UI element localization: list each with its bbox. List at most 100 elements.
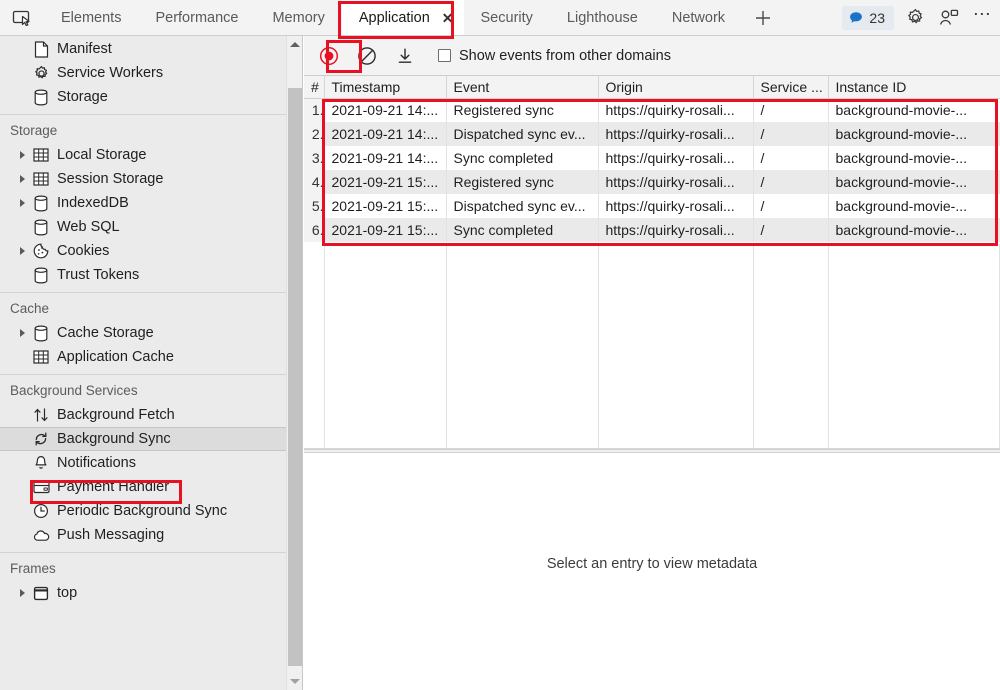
cell-event: Dispatched sync ev...	[446, 122, 598, 146]
cell-index: 1.	[304, 98, 324, 122]
frame-window-icon	[30, 584, 52, 602]
sidebar-scrollbar[interactable]	[286, 36, 302, 690]
save-events-button[interactable]	[390, 41, 420, 71]
record-button[interactable]	[314, 41, 344, 71]
more-options-label: ⋯	[973, 10, 993, 25]
cell-index: 6.	[304, 218, 324, 242]
manifest-document-icon	[30, 40, 52, 58]
inspect-element-icon[interactable]	[0, 0, 44, 35]
sidebar-item-notifications[interactable]: Notifications	[0, 451, 302, 475]
cell-instance-id: background-movie-...	[828, 122, 1000, 146]
table-row[interactable]: 1. 2021-09-21 14:... Registered sync htt…	[304, 98, 1000, 122]
database-icon	[30, 88, 52, 106]
tab-label: Performance	[155, 10, 238, 26]
sidebar-item-label: IndexedDB	[57, 195, 129, 211]
table-row[interactable]: 5. 2021-09-21 15:... Dispatched sync ev.…	[304, 194, 1000, 218]
sidebar-item-background-sync[interactable]: Background Sync	[0, 427, 302, 451]
sidebar-item-payment-handler[interactable]: Payment Handler	[0, 475, 302, 499]
tab-memory[interactable]: Memory	[255, 0, 341, 35]
sidebar-item-indexeddb[interactable]: IndexedDB	[0, 191, 302, 215]
scroll-down-arrow-icon[interactable]	[287, 673, 303, 690]
sidebar-item-periodic-background-sync[interactable]: Periodic Background Sync	[0, 499, 302, 523]
chevron-right-icon[interactable]	[14, 585, 30, 601]
chevron-right-icon[interactable]	[14, 171, 30, 187]
sidebar-top-group: Manifest Service Workers Storage	[0, 36, 302, 109]
table-row[interactable]: 2. 2021-09-21 14:... Dispatched sync ev.…	[304, 122, 1000, 146]
tab-lighthouse[interactable]: Lighthouse	[550, 0, 655, 35]
table-row[interactable]: 3. 2021-09-21 14:... Sync completed http…	[304, 146, 1000, 170]
background-sync-panel: Show events from other domains # Timesta…	[304, 36, 1000, 690]
events-table-container: # Timestamp Event Origin Service ... Ins…	[304, 76, 1000, 449]
show-other-domains-checkbox[interactable]	[438, 49, 451, 62]
close-icon[interactable]: ✕	[442, 11, 454, 25]
sidebar-item-background-fetch[interactable]: Background Fetch	[0, 403, 302, 427]
column-header-instance-id[interactable]: Instance ID	[828, 76, 1000, 98]
tab-performance[interactable]: Performance	[138, 0, 255, 35]
sidebar-item-top-frame[interactable]: top	[0, 581, 302, 605]
cloud-icon	[30, 526, 52, 544]
table-row[interactable]: 6. 2021-09-21 15:... Sync completed http…	[304, 218, 1000, 242]
sidebar-item-session-storage[interactable]: Session Storage	[0, 167, 302, 191]
sidebar-item-cache-storage[interactable]: Cache Storage	[0, 321, 302, 345]
devtools-tab-bar: Elements Performance Memory Application …	[0, 0, 1000, 36]
devtools-dock-icon[interactable]	[932, 0, 966, 35]
add-tab-button[interactable]	[742, 0, 784, 35]
tab-label: Elements	[61, 10, 121, 26]
cell-timestamp: 2021-09-21 14:...	[324, 146, 446, 170]
cell-timestamp: 2021-09-21 15:...	[324, 218, 446, 242]
tab-application[interactable]: Application ✕	[342, 0, 464, 35]
sidebar-item-label: Payment Handler	[57, 479, 169, 495]
sidebar-item-label: Storage	[57, 89, 108, 105]
table-row[interactable]: 4. 2021-09-21 15:... Registered sync htt…	[304, 170, 1000, 194]
sidebar-item-local-storage[interactable]: Local Storage	[0, 143, 302, 167]
sidebar-section-title-background-services: Background Services	[0, 375, 302, 403]
cell-timestamp: 2021-09-21 14:...	[324, 122, 446, 146]
tab-security[interactable]: Security	[464, 0, 550, 35]
chevron-right-icon[interactable]	[14, 147, 30, 163]
column-header-event[interactable]: Event	[446, 76, 598, 98]
sidebar-item-trust-tokens[interactable]: Trust Tokens	[0, 263, 302, 287]
cell-instance-id: background-movie-...	[828, 98, 1000, 122]
background-sync-toolbar: Show events from other domains	[304, 36, 1000, 76]
message-count-badge[interactable]: 23	[842, 6, 894, 30]
cell-origin: https://quirky-rosali...	[598, 146, 753, 170]
tab-elements[interactable]: Elements	[44, 0, 138, 35]
sidebar-item-service-workers[interactable]: Service Workers	[0, 61, 302, 85]
cell-timestamp: 2021-09-21 14:...	[324, 98, 446, 122]
column-header-index[interactable]: #	[304, 76, 324, 98]
credit-card-icon	[30, 478, 52, 496]
column-header-origin[interactable]: Origin	[598, 76, 753, 98]
cell-timestamp: 2021-09-21 15:...	[324, 170, 446, 194]
chevron-right-icon[interactable]	[14, 195, 30, 211]
sidebar-item-manifest[interactable]: Manifest	[0, 37, 302, 61]
chevron-right-icon[interactable]	[14, 325, 30, 341]
clear-button[interactable]	[352, 41, 382, 71]
gear-icon[interactable]	[898, 0, 932, 35]
database-icon	[30, 194, 52, 212]
tab-label: Memory	[272, 10, 324, 26]
table-grid-icon	[30, 348, 52, 366]
cell-service: /	[753, 98, 828, 122]
sidebar-item-label: Manifest	[57, 41, 112, 57]
scrollbar-thumb[interactable]	[288, 88, 302, 666]
scroll-up-arrow-icon[interactable]	[287, 36, 303, 53]
sidebar-item-web-sql[interactable]: Web SQL	[0, 215, 302, 239]
chevron-right-icon[interactable]	[14, 243, 30, 259]
sidebar-item-label: Cookies	[57, 243, 109, 259]
more-options-icon[interactable]: ⋯	[966, 0, 1000, 35]
empty-table-area	[304, 244, 1000, 449]
sidebar-item-label: Local Storage	[57, 147, 146, 163]
show-other-domains-checkbox-row[interactable]: Show events from other domains	[438, 48, 671, 64]
sidebar-item-application-cache[interactable]: Application Cache	[0, 345, 302, 369]
sidebar-item-cookies[interactable]: Cookies	[0, 239, 302, 263]
tab-network[interactable]: Network	[655, 0, 742, 35]
sidebar-item-label: Application Cache	[57, 349, 174, 365]
tabbar-spacer	[784, 0, 838, 35]
column-header-service[interactable]: Service ...	[753, 76, 828, 98]
download-arrow-icon	[395, 46, 415, 66]
cell-origin: https://quirky-rosali...	[598, 194, 753, 218]
cell-service: /	[753, 218, 828, 242]
sidebar-item-storage[interactable]: Storage	[0, 85, 302, 109]
sidebar-item-push-messaging[interactable]: Push Messaging	[0, 523, 302, 547]
column-header-timestamp[interactable]: Timestamp	[324, 76, 446, 98]
